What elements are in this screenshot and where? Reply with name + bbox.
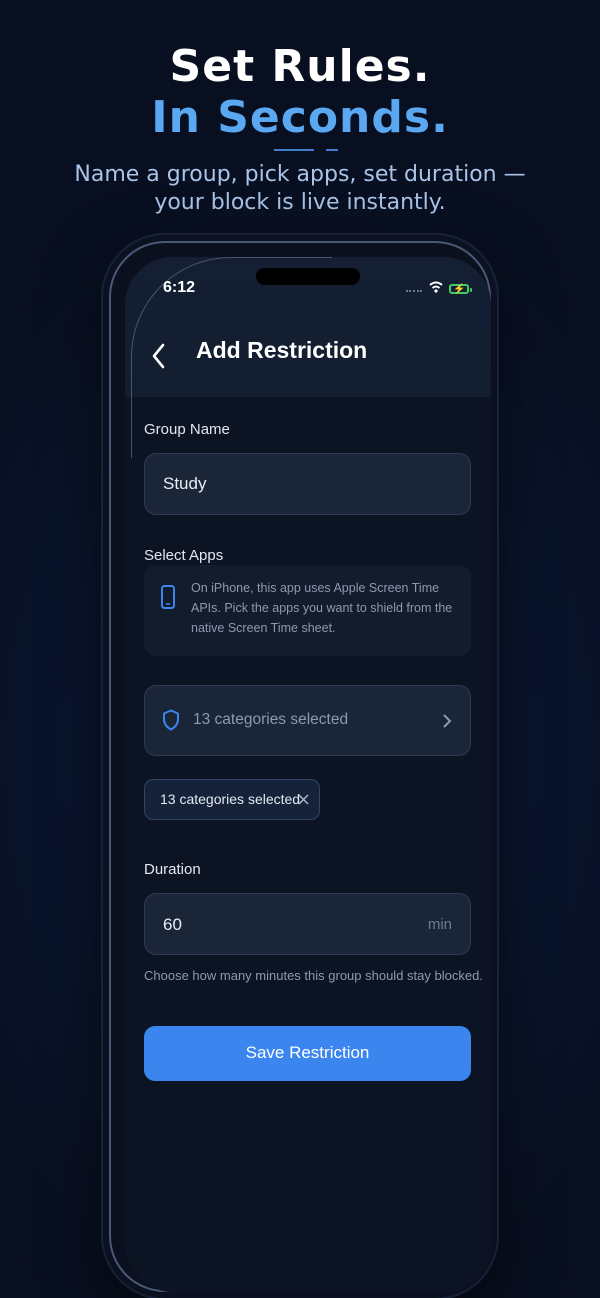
page-title: Add Restriction <box>196 337 368 363</box>
duration-helper-text: Choose how many minutes this group shoul… <box>144 968 483 983</box>
hero-title-line2: In Seconds. <box>151 92 449 143</box>
phone-screen: 6:12 ⚡ Add Restriction Group Name Study … <box>125 257 491 1292</box>
hero-subtitle-line2: your block is live instantly. <box>154 190 446 215</box>
charging-bolt-icon: ⚡ <box>453 284 466 295</box>
phone-bezel: 6:12 ⚡ Add Restriction Group Name Study … <box>109 241 491 1292</box>
duration-field[interactable]: 60 min <box>144 893 471 955</box>
save-restriction-label: Save Restriction <box>245 1043 370 1062</box>
duration-label: Duration <box>144 861 201 878</box>
hero-subtitle: Name a group, pick apps, set duration — … <box>0 161 600 217</box>
picker-selection-text: 13 categories selected <box>193 711 349 728</box>
chevron-left-icon[interactable] <box>149 341 167 371</box>
selection-chip: 13 categories selected <box>144 779 320 820</box>
status-time: 6:12 <box>163 279 196 296</box>
group-name-value: Study <box>163 474 207 493</box>
duration-unit: min <box>427 916 452 933</box>
app-category-picker[interactable]: 13 categories selected <box>144 685 471 756</box>
save-restriction-button[interactable]: Save Restriction <box>144 1026 471 1081</box>
title-divider-dot <box>326 149 338 151</box>
battery-icon: ⚡ <box>449 284 472 295</box>
selection-chip-label: 13 categories selected <box>160 791 301 807</box>
hero-subtitle-line1: Name a group, pick apps, set duration — <box>74 162 526 187</box>
duration-value: 60 <box>163 915 182 934</box>
phone-mockup: 6:12 ⚡ Add Restriction Group Name Study … <box>103 235 497 1298</box>
dynamic-island <box>256 268 360 285</box>
select-apps-label: Select Apps <box>144 547 224 564</box>
screen-time-info-text: On iPhone, this app uses Apple Screen Ti… <box>191 581 453 635</box>
shield-icon <box>163 709 179 731</box>
signal-icon <box>406 290 422 295</box>
close-icon[interactable] <box>298 794 309 805</box>
hero-title-line1: Set Rules. <box>169 41 431 92</box>
wifi-icon <box>429 281 443 293</box>
group-name-field[interactable]: Study <box>144 453 471 515</box>
group-name-label: Group Name <box>144 421 230 438</box>
title-divider <box>274 149 314 151</box>
phone-icon <box>161 585 175 609</box>
chevron-right-icon <box>443 714 452 728</box>
screen-time-info-card: On iPhone, this app uses Apple Screen Ti… <box>144 565 471 656</box>
